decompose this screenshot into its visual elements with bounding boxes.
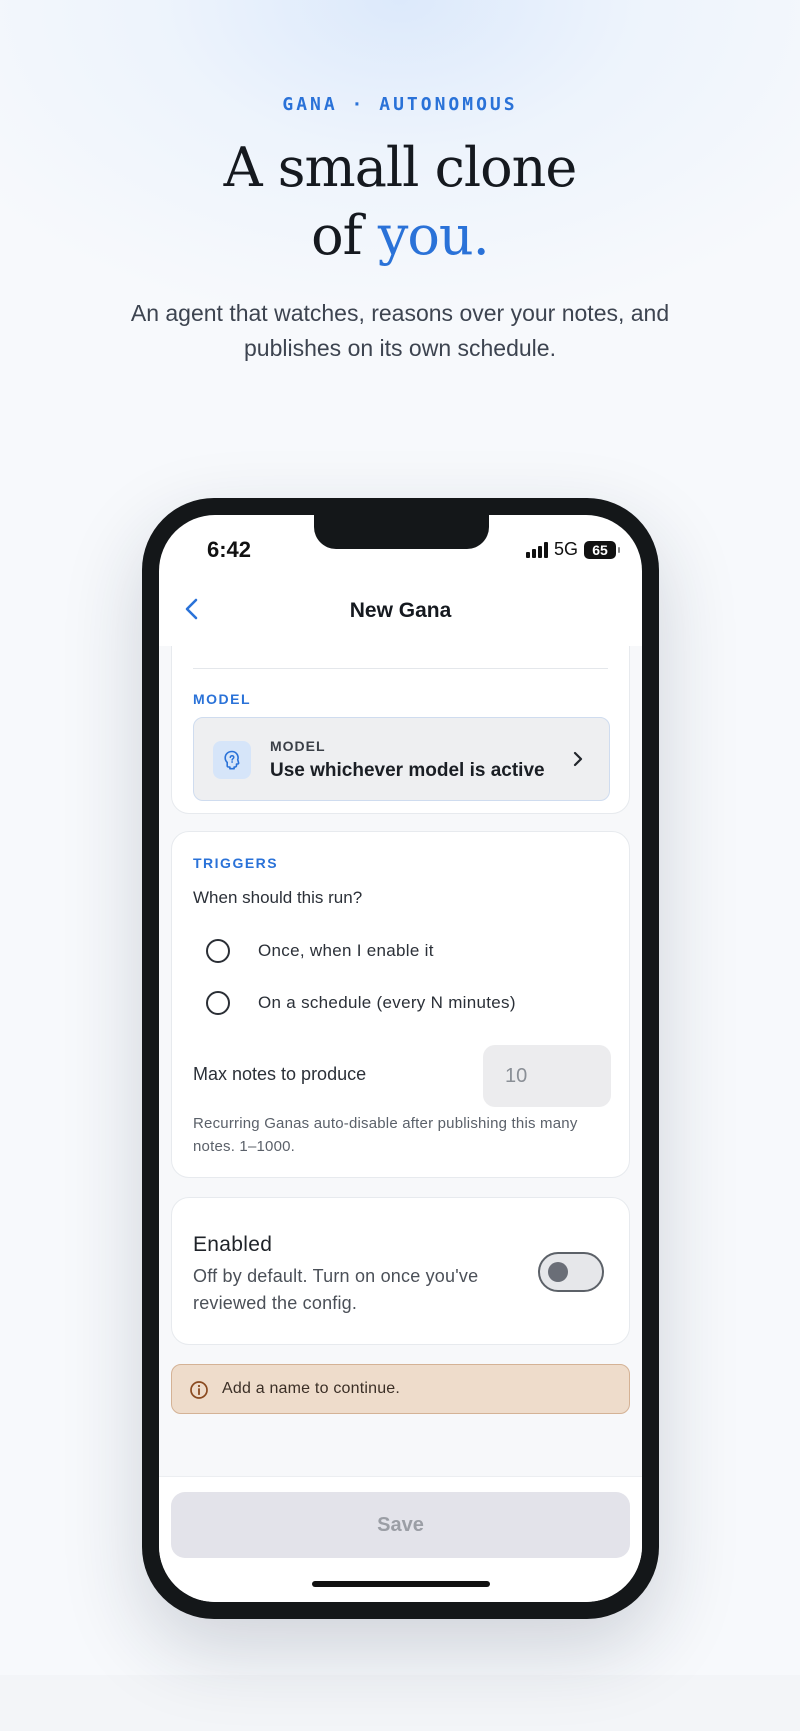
enabled-card: Enabled Off by default. Turn on once you… bbox=[171, 1197, 630, 1345]
phone-frame: 6:42 5G 65 New Gana MODEL MODEL Use whic… bbox=[142, 498, 659, 1619]
hero-headline: A small clone of you. bbox=[0, 134, 800, 270]
max-notes-input[interactable] bbox=[483, 1045, 611, 1107]
max-notes-label: Max notes to produce bbox=[193, 1064, 367, 1084]
headline-prefix: of bbox=[311, 204, 378, 267]
enabled-description: Off by default. Turn on once you've revi… bbox=[193, 1266, 479, 1313]
radio-button[interactable] bbox=[206, 991, 230, 1015]
bottom-strip bbox=[0, 1675, 800, 1731]
brain-icon bbox=[224, 750, 240, 770]
save-button[interactable]: Save bbox=[171, 1492, 630, 1558]
trigger-option-label: Once, when I enable it bbox=[258, 941, 434, 960]
phone-notch bbox=[314, 515, 489, 549]
footer-bar: Save bbox=[159, 1476, 642, 1602]
phone-screen: 6:42 5G 65 New Gana MODEL MODEL Use whic… bbox=[159, 515, 642, 1602]
radio-button[interactable] bbox=[206, 939, 230, 963]
signal-icon bbox=[525, 541, 548, 558]
trigger-question: When should this run? bbox=[193, 888, 363, 907]
headline-line-2: of you. bbox=[0, 202, 800, 270]
hero-eyebrow: GANA · AUTONOMOUS bbox=[282, 94, 518, 115]
nav-bar: New Gana bbox=[159, 580, 642, 642]
hero-subhead: An agent that watches, reasons over your… bbox=[130, 300, 670, 361]
model-section-label: MODEL bbox=[193, 691, 252, 707]
model-card: MODEL MODEL Use whichever model is activ… bbox=[171, 646, 630, 814]
headline-line-1: A small clone bbox=[223, 136, 578, 199]
status-time: 6:42 bbox=[207, 537, 252, 562]
warning-text: Add a name to continue. bbox=[222, 1380, 401, 1397]
info-icon bbox=[190, 1381, 208, 1399]
battery-icon: 65 bbox=[584, 540, 620, 559]
model-selector[interactable]: MODEL Use whichever model is active bbox=[193, 717, 610, 801]
enabled-toggle[interactable] bbox=[538, 1252, 604, 1292]
status-indicators: 5G 65 bbox=[525, 539, 620, 560]
network-type: 5G bbox=[553, 539, 578, 559]
model-icon-container bbox=[213, 741, 251, 779]
model-selector-value: Use whichever model is active bbox=[270, 760, 545, 781]
home-indicator bbox=[312, 1581, 490, 1587]
triggers-card: TRIGGERS When should this run? Once, whe… bbox=[171, 831, 630, 1178]
nav-title: New Gana bbox=[349, 599, 452, 622]
toggle-knob bbox=[548, 1262, 568, 1282]
validation-warning: Add a name to continue. bbox=[171, 1364, 630, 1414]
trigger-option-once[interactable]: Once, when I enable it bbox=[206, 936, 434, 966]
divider bbox=[193, 668, 608, 669]
headline-accent: you. bbox=[377, 204, 490, 267]
max-notes-help: Recurring Ganas auto-disable after publi… bbox=[193, 1115, 578, 1155]
trigger-option-label: On a schedule (every N minutes) bbox=[258, 993, 516, 1012]
model-selector-kicker: MODEL bbox=[270, 738, 326, 754]
triggers-section-label: TRIGGERS bbox=[193, 855, 279, 871]
chevron-right-icon bbox=[573, 751, 583, 767]
enabled-title: Enabled bbox=[193, 1233, 273, 1256]
form-scroll-area[interactable]: MODEL MODEL Use whichever model is activ… bbox=[159, 646, 642, 1476]
trigger-option-schedule[interactable]: On a schedule (every N minutes) bbox=[206, 988, 516, 1018]
